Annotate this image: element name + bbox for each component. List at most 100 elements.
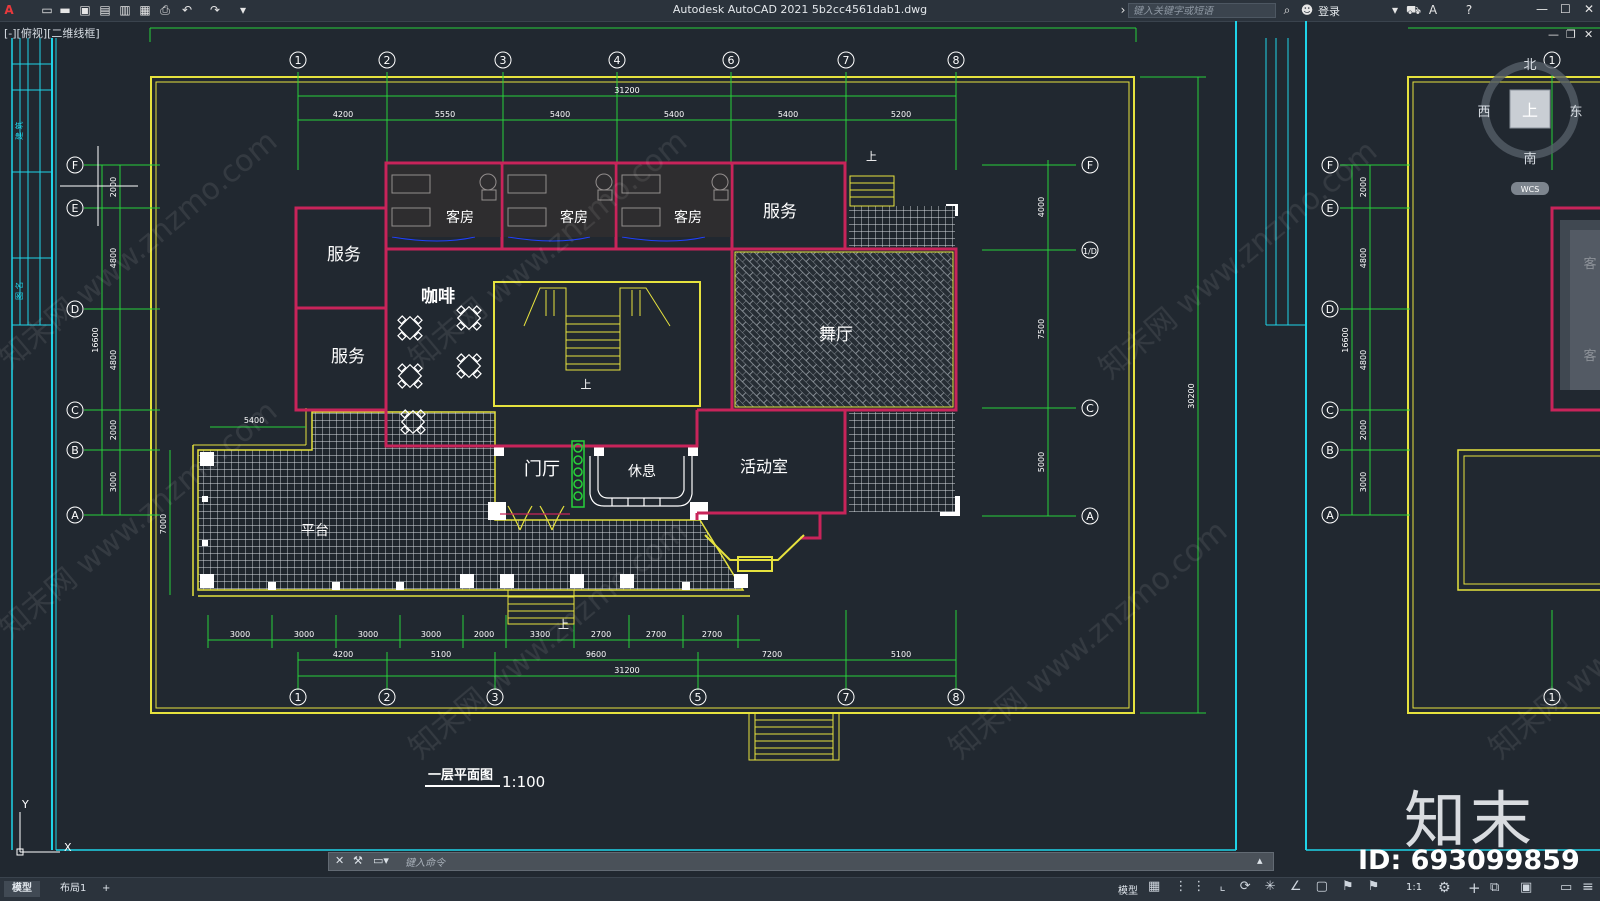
axis-top-7: 7 — [843, 54, 850, 67]
axis-right-C: C — [1086, 402, 1094, 415]
command-input[interactable]: 键入命令 — [405, 854, 445, 869]
plus-icon[interactable]: + — [1468, 879, 1481, 897]
watermark-1: 知末网 www.znzmo.com — [0, 124, 284, 376]
dim-bot-9: 2700 — [702, 630, 722, 639]
status-toggle-icons[interactable]: ▦ ⋮⋮ ⌞ ⟳ ✳ ∠ ▢ ⚑ ⚑ — [1148, 879, 1384, 894]
drawing-scale: 1:100 — [502, 773, 545, 791]
hardware-accel-icon[interactable]: ▣ — [1520, 880, 1532, 895]
close-icon[interactable]: ✕ — [1584, 2, 1594, 16]
dim-bot-5: 2000 — [474, 630, 494, 639]
drawing-title: 一层平面图 — [428, 768, 493, 783]
axis-left-A: A — [71, 509, 79, 522]
dim-top-5: 5400 — [778, 110, 798, 119]
axis-left-E: E — [72, 202, 79, 215]
axis-left-B: B — [71, 444, 79, 457]
top-axis-bubbles — [289, 51, 965, 69]
dim-top-3: 5400 — [550, 110, 570, 119]
rv-axis-A: A — [1326, 509, 1334, 522]
axis-left-F: F — [72, 159, 78, 172]
menu-icon[interactable]: ≡ — [1582, 879, 1594, 895]
dim-bot-4: 3000 — [421, 630, 441, 639]
dim-bot-total: 31200 — [614, 666, 639, 675]
lobby-plants — [571, 440, 585, 508]
user-icon[interactable]: ☻ — [1300, 3, 1314, 17]
tab-model[interactable]: 模型 — [4, 881, 40, 897]
command-history-icon[interactable]: ▭▾ — [373, 854, 389, 867]
dim-right-1: 4000 — [1037, 197, 1046, 217]
navbar[interactable] — [1570, 230, 1600, 390]
viewcube-top: 上 — [1522, 101, 1538, 120]
dim-right-total: 30200 — [1187, 383, 1196, 408]
drawing-canvas[interactable]: 建 筑 图 名 1 2 3 4 6 7 8 31200 4200 5550 54… — [0, 21, 1600, 877]
annotation-scale[interactable]: 1:1 — [1406, 882, 1422, 893]
dim-bot2-1: 4200 — [333, 650, 353, 659]
axis-bot-7: 7 — [843, 691, 850, 704]
room-guest-1: 客房 — [446, 209, 474, 226]
a360-icon[interactable]: A — [1426, 3, 1440, 17]
axis-bot-2: 2 — [384, 691, 391, 704]
close-icon[interactable]: ✕ — [335, 854, 344, 867]
viewport-min-icon: — — [1548, 28, 1559, 41]
cart-icon[interactable]: ⛟ — [1406, 3, 1421, 17]
axis-bot-1: 1 — [295, 691, 302, 704]
room-guest-3: 客房 — [674, 209, 702, 226]
scroll-up-icon[interactable]: ▴ — [1257, 854, 1263, 867]
left-title-strip: 建 筑 图 名 — [11, 38, 57, 850]
terrace-right-bottom — [849, 412, 955, 512]
side-stair — [849, 175, 895, 207]
watermark: 知末网 www.znzmo.com 知末网 www.znzmo.com 知末网 … — [0, 124, 1600, 766]
dim-left-total: 16600 — [91, 327, 100, 352]
room-rest: 休息 — [628, 463, 656, 480]
dim-top-4: 5400 — [664, 110, 684, 119]
gear-icon[interactable]: ⚙ — [1438, 880, 1451, 896]
rv-dim-4: 2000 — [1359, 420, 1368, 440]
model-space-button[interactable]: 模型 — [1118, 882, 1138, 897]
right-title-strip — [1265, 38, 1306, 326]
dim-bot2-3: 9600 — [586, 650, 606, 659]
room-service-left-1: 服务 — [327, 245, 361, 265]
strip-text-2: 图 名 — [14, 281, 24, 300]
axis-bot-5: 5 — [695, 691, 702, 704]
room-platform: 平台 — [301, 523, 329, 539]
viewport-controls[interactable]: [-][俯视][二维线框] — [4, 25, 100, 41]
search-input[interactable]: 键入关键字或短语 — [1128, 3, 1276, 18]
room-cafe: 咖啡 — [421, 286, 455, 307]
status-bar: 模型 布局1 + 模型 ▦ ⋮⋮ ⌞ ⟳ ✳ ∠ ▢ ⚑ ⚑ 1:1 ⚙ + ⧉… — [0, 877, 1600, 901]
entry-steps — [748, 712, 840, 761]
dim-right-2: 7500 — [1037, 319, 1046, 339]
viewcube-west: 西 — [1477, 105, 1490, 120]
room-service-left-2: 服务 — [331, 347, 365, 367]
rv-dim-3: 4800 — [1359, 350, 1368, 370]
viewcube-south: 南 — [1523, 151, 1536, 167]
central-stair — [523, 287, 671, 371]
maximize-icon[interactable]: ☐ — [1560, 2, 1571, 16]
brand-id: ID: 693099859 — [1358, 845, 1580, 876]
watermark-7: 知末网 www.znzmo.com — [1483, 514, 1600, 766]
axis-top-8: 8 — [953, 54, 960, 67]
command-line[interactable]: ✕ ⚒ ▭▾ 键入命令 ▴ — [328, 852, 1274, 871]
room-service-top: 服务 — [763, 202, 797, 222]
axis-top-1: 1 — [295, 54, 302, 67]
viewcube[interactable]: 上 北 南 西 东 WCS — [1477, 58, 1583, 195]
rv-axis-B: B — [1326, 444, 1334, 457]
tab-layout1[interactable]: 布局1 — [52, 881, 94, 897]
app-title: Autodesk AutoCAD 2021 5b2cc4561dab1.dwg — [672, 3, 928, 16]
watermark-5: 知末网 www.znzmo.com — [943, 514, 1234, 766]
dim-left-5: 3000 — [109, 472, 118, 492]
chevron-down-icon[interactable]: ▾ — [1388, 3, 1402, 17]
axis-top-4: 4 — [614, 54, 621, 67]
isolate-icon[interactable]: ⧉ — [1490, 880, 1499, 895]
fullscreen-icon[interactable]: ▭ — [1560, 880, 1572, 895]
dim-bot2-4: 7200 — [762, 650, 782, 659]
wrench-icon[interactable]: ⚒ — [353, 854, 363, 867]
add-layout-button[interactable]: + — [94, 881, 118, 897]
help-icon[interactable]: ? — [1462, 3, 1476, 17]
rv-axis-1-top: 1 — [1549, 54, 1556, 67]
viewport-restore-icon: ❐ — [1566, 28, 1576, 41]
login-button[interactable]: 登录 — [1318, 3, 1340, 19]
dim-top-total: 31200 — [614, 86, 639, 95]
search-icon[interactable]: ⌕ — [1280, 3, 1294, 17]
viewcube-east: 东 — [1569, 105, 1582, 120]
minimize-icon[interactable]: — — [1536, 2, 1548, 16]
axis-left-C: C — [71, 404, 79, 417]
